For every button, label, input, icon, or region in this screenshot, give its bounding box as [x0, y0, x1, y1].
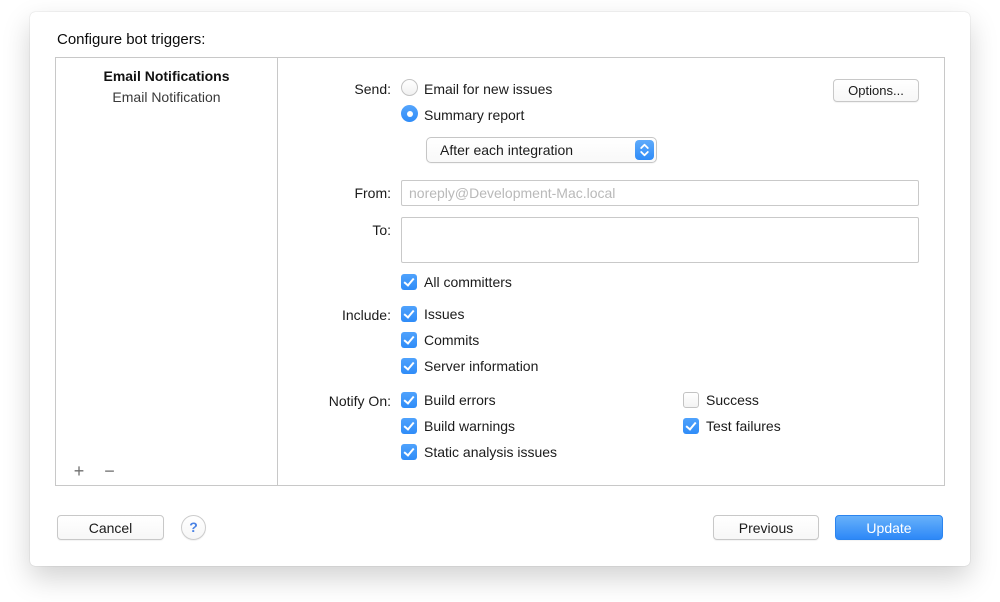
- checkbox-issues[interactable]: [401, 306, 417, 322]
- sidebar-group-email-notifications: Email Notifications: [56, 66, 277, 86]
- cancel-button[interactable]: Cancel: [57, 515, 164, 540]
- add-trigger-button[interactable]: +: [66, 459, 92, 483]
- checkbox-server-information[interactable]: [401, 358, 417, 374]
- radio-email-for-new-issues[interactable]: [401, 79, 418, 96]
- frequency-dropdown-value: After each integration: [440, 142, 573, 158]
- radio-label-summary-report[interactable]: Summary report: [424, 107, 524, 123]
- sidebar-actions: + −: [66, 459, 122, 483]
- checkbox-build-errors[interactable]: [401, 392, 417, 408]
- help-button[interactable]: ?: [181, 515, 206, 540]
- checkbox-static-analysis-issues[interactable]: [401, 444, 417, 460]
- checkbox-label-server-information[interactable]: Server information: [424, 358, 538, 374]
- checkbox-all-committers[interactable]: [401, 274, 417, 290]
- configure-bot-triggers-dialog: Configure bot triggers: Email Notificati…: [30, 12, 970, 566]
- checkbox-success[interactable]: [683, 392, 699, 408]
- checkbox-label-build-warnings[interactable]: Build warnings: [424, 418, 515, 434]
- options-button[interactable]: Options...: [833, 79, 919, 102]
- checkbox-label-commits[interactable]: Commits: [424, 332, 479, 348]
- to-input[interactable]: [401, 217, 919, 263]
- checkbox-commits[interactable]: [401, 332, 417, 348]
- remove-trigger-button[interactable]: −: [96, 459, 122, 483]
- previous-button[interactable]: Previous: [713, 515, 819, 540]
- send-label: Send:: [278, 81, 391, 97]
- checkbox-label-build-errors[interactable]: Build errors: [424, 392, 496, 408]
- checkbox-build-warnings[interactable]: [401, 418, 417, 434]
- radio-label-email-for-new-issues[interactable]: Email for new issues: [424, 81, 552, 97]
- triggers-panel: Email Notifications Email Notification +…: [55, 57, 945, 486]
- checkbox-label-test-failures[interactable]: Test failures: [706, 418, 781, 434]
- frequency-dropdown[interactable]: After each integration: [426, 137, 657, 163]
- sidebar-item-email-notification[interactable]: Email Notification: [56, 86, 277, 108]
- checkbox-test-failures[interactable]: [683, 418, 699, 434]
- from-label: From:: [278, 185, 391, 201]
- dialog-title: Configure bot triggers:: [57, 31, 205, 48]
- checkbox-label-success[interactable]: Success: [706, 392, 759, 408]
- triggers-sidebar: Email Notifications Email Notification +…: [56, 58, 278, 485]
- trigger-detail-form: Options... Send: Email for new issues Su…: [278, 58, 944, 485]
- checkbox-label-issues[interactable]: Issues: [424, 306, 464, 322]
- to-label: To:: [278, 222, 391, 238]
- notify-on-label: Notify On:: [278, 393, 391, 409]
- include-label: Include:: [278, 307, 391, 323]
- dropdown-arrows-icon: [635, 140, 654, 160]
- checkbox-label-all-committers[interactable]: All committers: [424, 274, 512, 290]
- radio-summary-report[interactable]: [401, 105, 418, 122]
- from-input[interactable]: [401, 180, 919, 206]
- update-button[interactable]: Update: [835, 515, 943, 540]
- checkbox-label-static-analysis-issues[interactable]: Static analysis issues: [424, 444, 557, 460]
